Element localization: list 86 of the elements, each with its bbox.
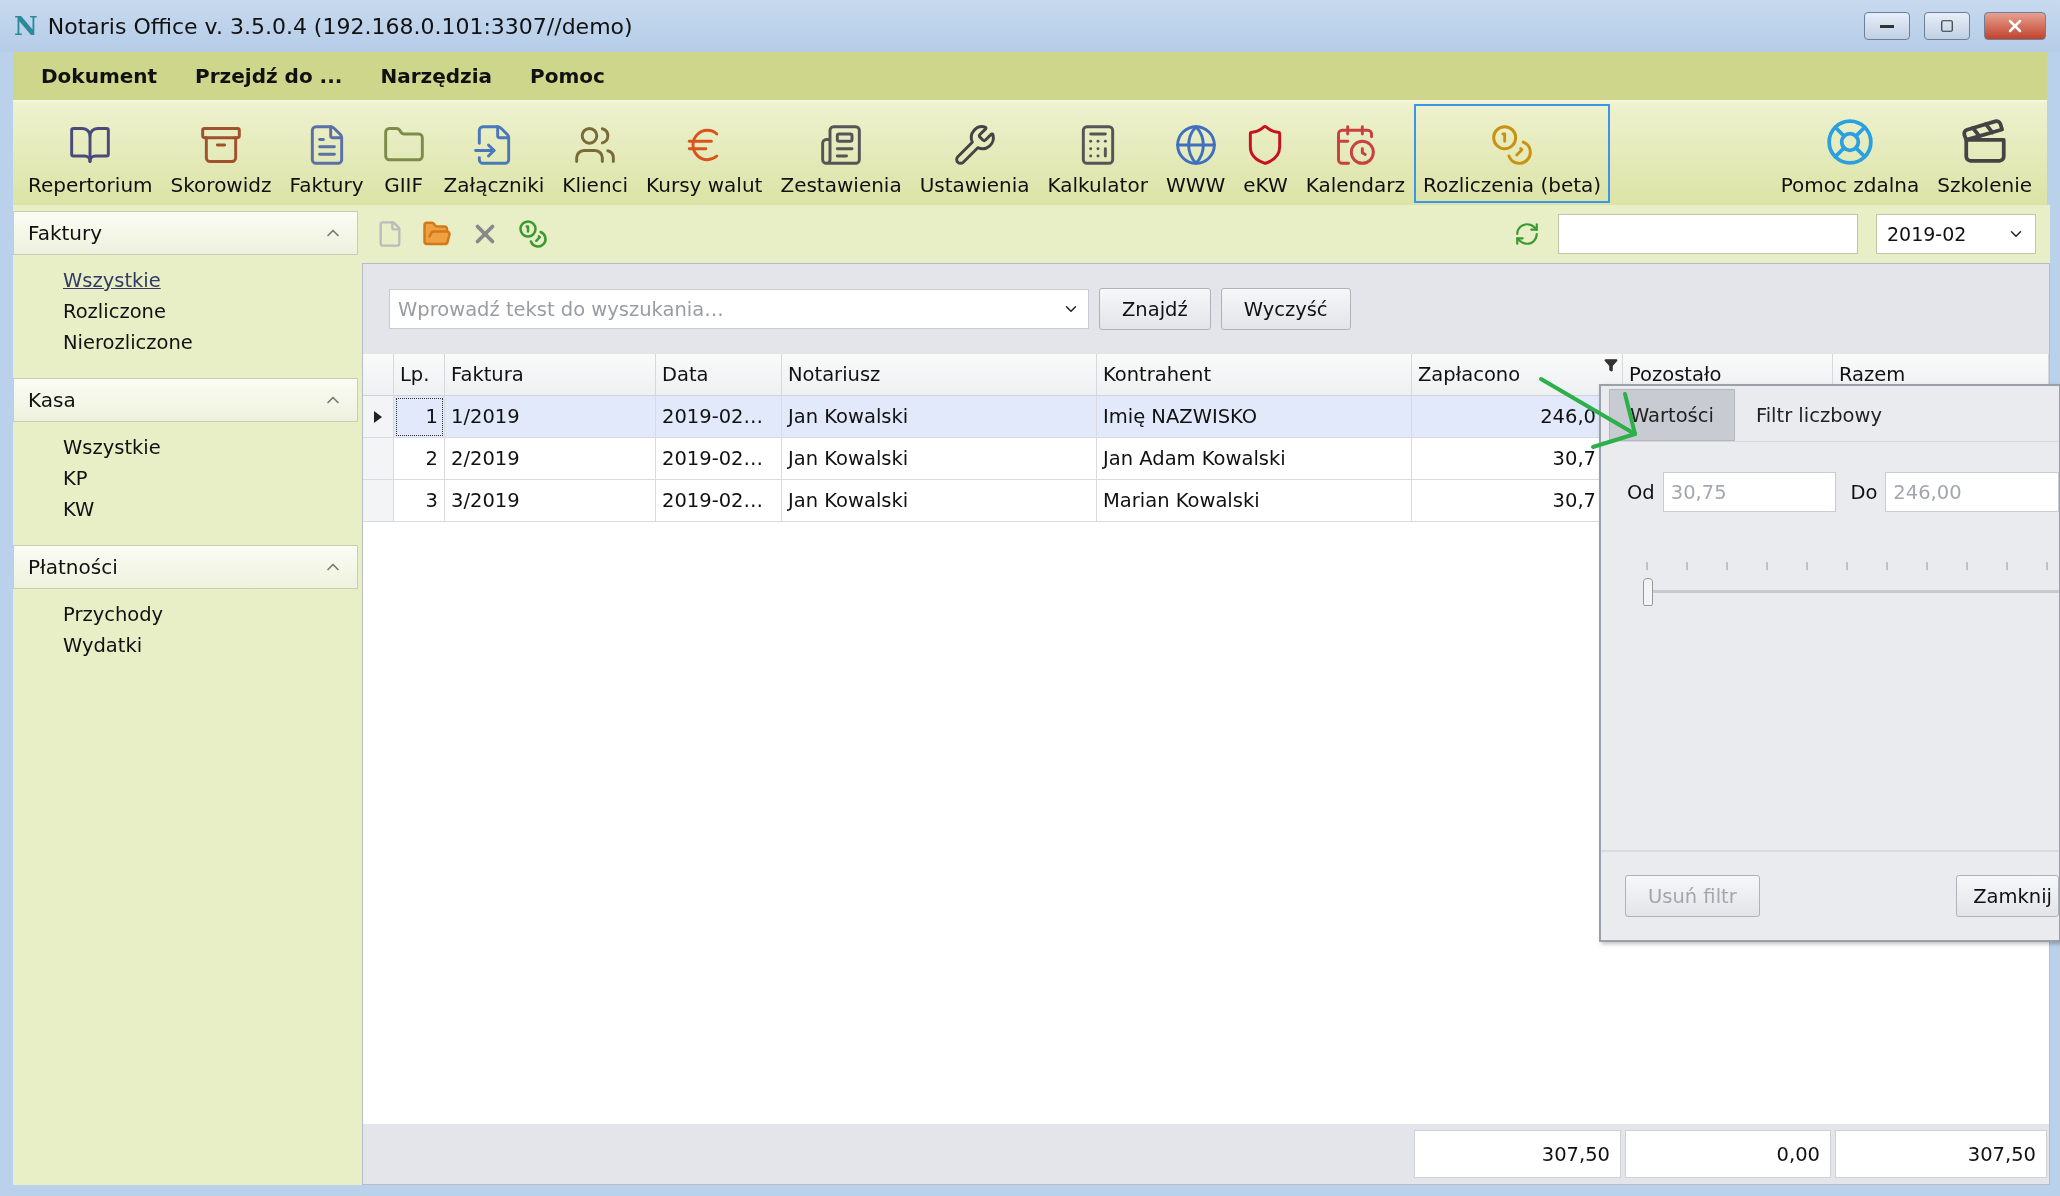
sidebar-link[interactable]: Wydatki	[63, 634, 143, 657]
table-cell: 2019-02…	[656, 396, 782, 438]
slider-thumb[interactable]	[1643, 578, 1653, 606]
table-cell: 1	[394, 396, 445, 438]
group-title: Faktury	[28, 221, 103, 245]
filter-icon[interactable]	[1604, 358, 1618, 372]
total-field: 0,00	[1625, 1130, 1831, 1178]
header-corner	[363, 354, 394, 396]
close-popup-button[interactable]: Zamknij	[1956, 875, 2059, 917]
app-logo-icon: N	[14, 11, 38, 41]
toolbar-button[interactable]: Zestawienia	[771, 104, 911, 203]
coins-icon	[1490, 123, 1535, 167]
sidebar-group-header[interactable]: Faktury	[13, 211, 358, 255]
sidebar-link[interactable]: Wszystkie	[63, 436, 161, 459]
table-cell: 2	[394, 438, 445, 480]
row-indicator-cell[interactable]	[363, 480, 394, 522]
toolbar-button[interactable]: Załączniki	[434, 104, 554, 203]
group-title: Płatności	[28, 555, 118, 579]
sidebar-group-header[interactable]: Kasa	[13, 378, 358, 422]
column-header[interactable]: Kontrahent	[1097, 354, 1412, 396]
column-header[interactable]: Lp.	[394, 354, 445, 396]
lifebuoy-icon	[1825, 117, 1875, 167]
globe-icon	[1173, 123, 1218, 167]
sidebar-link[interactable]: Przychody	[63, 603, 164, 626]
toolbar-button[interactable]: Repertorium	[19, 104, 162, 203]
toolbar-button[interactable]: Pomoc zdalna	[1771, 104, 1929, 203]
column-header[interactable]: Data	[656, 354, 782, 396]
total-field: 307,50	[1414, 1130, 1621, 1178]
column-header[interactable]: Notariusz	[782, 354, 1097, 396]
total-field: 307,50	[1835, 1130, 2047, 1178]
clear-button[interactable]: Wyczyść	[1220, 288, 1351, 330]
row-indicator-cell[interactable]	[363, 396, 394, 438]
table-cell: 2/2019	[445, 438, 656, 480]
menu-item[interactable]: Dokument	[41, 64, 158, 88]
maximize-icon	[1940, 19, 1954, 33]
find-button[interactable]: Znajdź	[1099, 288, 1211, 330]
table-cell: Imię NAZWISKO	[1097, 396, 1412, 438]
row-pointer-icon	[374, 410, 382, 423]
menu-item[interactable]: Pomoc	[530, 64, 605, 88]
refresh-icon[interactable]	[1514, 221, 1540, 247]
toolbar-button[interactable]: Ustawienia	[910, 104, 1039, 203]
menu-item[interactable]: Narzędzia	[380, 64, 493, 88]
column-header[interactable]: Faktura	[445, 354, 656, 396]
toolbar-button[interactable]: Kalkulator	[1038, 104, 1157, 203]
toolbar-button[interactable]: Kalendarz	[1296, 104, 1414, 203]
sidebar-link[interactable]: KW	[63, 498, 95, 521]
table-cell: Jan Kowalski	[782, 480, 1097, 522]
toolbar-button[interactable]: Kursy walut	[637, 104, 772, 203]
newspaper-icon	[819, 123, 864, 167]
sidebar-link[interactable]: Rozliczone	[63, 300, 166, 323]
minimize-icon	[1880, 24, 1894, 28]
minimize-button[interactable]	[1864, 12, 1910, 40]
table-cell: Marian Kowalski	[1097, 480, 1412, 522]
toolbar-button[interactable]: Rozliczenia (beta)	[1413, 104, 1611, 203]
maximize-button[interactable]	[1924, 12, 1970, 40]
toolbar-button[interactable]: Szkolenie	[1928, 104, 2041, 203]
window-title: Notaris Office v. 3.5.0.4 (192.168.0.101:3307//demo)	[47, 13, 634, 39]
table-cell: Jan Kowalski	[782, 438, 1097, 480]
table-cell: 3/2019	[445, 480, 656, 522]
table-cell: 2019-02…	[656, 438, 782, 480]
toolbar-button[interactable]: Skorowidz	[161, 104, 281, 203]
toolbar-button[interactable]: Klienci	[553, 104, 638, 203]
row-indicator-cell[interactable]	[363, 438, 394, 480]
sidebar-link[interactable]: Nierozliczone	[63, 331, 193, 354]
toolbar-button[interactable]: WWW	[1156, 104, 1235, 203]
to-label: Do	[1850, 480, 1878, 504]
sidebar-link[interactable]: KP	[63, 467, 88, 490]
text-field[interactable]	[1558, 214, 1858, 254]
group-title: Kasa	[28, 388, 76, 412]
sidebar-link[interactable]: Wszystkie	[63, 269, 161, 292]
table-cell: Jan Adam Kowalski	[1097, 438, 1412, 480]
table-cell: 2019-02…	[656, 480, 782, 522]
menu-item[interactable]: Przejdź do ...	[195, 64, 343, 88]
table-cell: Jan Kowalski	[782, 396, 1097, 438]
toolbar-button[interactable]: GIIF	[372, 104, 435, 203]
table-cell: 3	[394, 480, 445, 522]
toolbar-button[interactable]: eKW	[1234, 104, 1297, 203]
column-header[interactable]: Zapłacono	[1412, 354, 1623, 396]
period-dropdown[interactable]: 2019-02	[1876, 214, 2036, 254]
coins-icon[interactable]	[518, 219, 548, 249]
close-button[interactable]	[1984, 12, 2046, 40]
toolbar-button[interactable]: Faktury	[280, 104, 373, 203]
sidebar-group-header[interactable]: Płatności	[13, 545, 358, 589]
wrench-icon	[952, 123, 997, 167]
from-label: Od	[1627, 480, 1655, 504]
table-cell: 1/2019	[445, 396, 656, 438]
